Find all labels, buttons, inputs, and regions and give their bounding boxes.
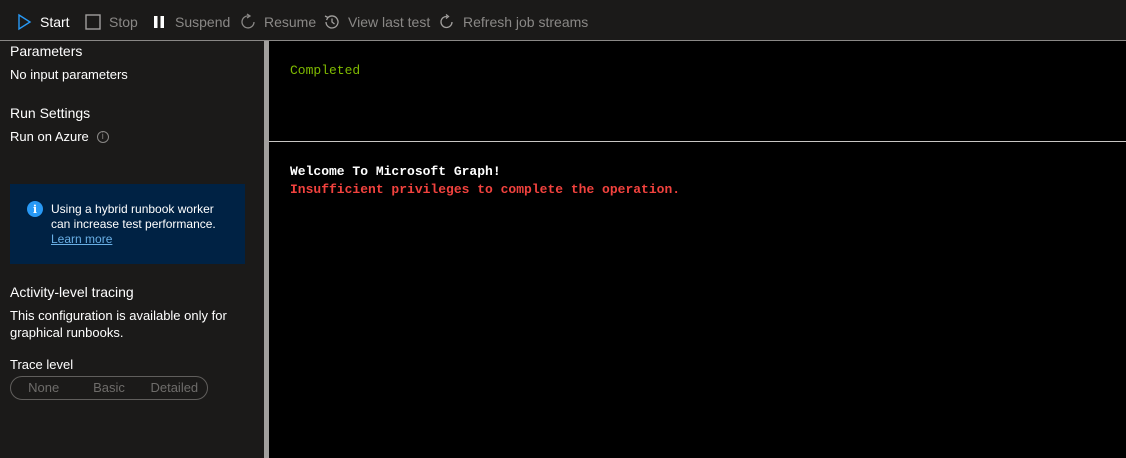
tracing-description-line-1: This configuration is available only for bbox=[10, 308, 227, 323]
activity-tracing-heading: Activity-level tracing bbox=[10, 284, 134, 300]
resume-icon bbox=[238, 12, 258, 32]
output-console: Welcome To Microsoft Graph! Insufficient… bbox=[269, 142, 1126, 458]
error-line: Insufficient privileges to complete the … bbox=[290, 182, 681, 197]
job-status-text: Completed bbox=[290, 63, 361, 78]
suspend-label: Suspend bbox=[175, 14, 231, 30]
play-icon bbox=[14, 12, 34, 32]
view-last-test-button[interactable]: View last test bbox=[322, 11, 430, 33]
parameters-heading: Parameters bbox=[10, 43, 83, 59]
banner-line-1: Using a hybrid runbook worker bbox=[51, 202, 214, 216]
trace-level-selector: None Basic Detailed bbox=[10, 376, 208, 400]
refresh-job-streams-button[interactable]: Refresh job streams bbox=[437, 11, 588, 33]
view-last-test-label: View last test bbox=[348, 14, 431, 30]
refresh-job-streams-label: Refresh job streams bbox=[463, 14, 589, 30]
trace-option-none[interactable]: None bbox=[11, 377, 76, 399]
learn-more-link[interactable]: Learn more bbox=[51, 232, 112, 246]
output-line: Welcome To Microsoft Graph! bbox=[290, 164, 501, 179]
trace-level-label: Trace level bbox=[10, 357, 74, 372]
banner-line-2: can increase test performance. bbox=[51, 217, 216, 231]
suspend-button[interactable]: Suspend bbox=[149, 11, 230, 33]
info-icon: i bbox=[27, 201, 43, 217]
toolbar: Start Stop Suspend Resume View last test… bbox=[0, 0, 1126, 41]
job-status-pane: Completed bbox=[269, 41, 1126, 142]
test-settings-panel: Parameters No input parameters Run Setti… bbox=[0, 41, 264, 458]
stop-icon bbox=[83, 12, 103, 32]
run-on-label: Run on Azure bbox=[10, 129, 89, 144]
banner-message: Using a hybrid runbook worker can increa… bbox=[51, 202, 236, 232]
tracing-description-line-2: graphical runbooks. bbox=[10, 325, 124, 340]
trace-option-detailed[interactable]: Detailed bbox=[142, 377, 207, 399]
resume-button[interactable]: Resume bbox=[238, 11, 316, 33]
refresh-icon bbox=[437, 12, 457, 32]
start-label: Start bbox=[40, 14, 70, 30]
resume-label: Resume bbox=[264, 14, 317, 30]
stop-button[interactable]: Stop bbox=[83, 11, 138, 33]
start-button[interactable]: Start bbox=[14, 11, 70, 33]
pause-icon bbox=[149, 12, 169, 32]
run-on-setting: Run on Azure i bbox=[10, 128, 109, 145]
stop-label: Stop bbox=[109, 14, 138, 30]
run-settings-heading: Run Settings bbox=[10, 105, 91, 121]
hybrid-worker-banner: i Using a hybrid runbook worker can incr… bbox=[10, 184, 245, 264]
parameters-value: No input parameters bbox=[10, 67, 128, 82]
trace-option-basic[interactable]: Basic bbox=[76, 377, 141, 399]
history-icon bbox=[322, 12, 342, 32]
info-icon[interactable]: i bbox=[96, 130, 109, 143]
